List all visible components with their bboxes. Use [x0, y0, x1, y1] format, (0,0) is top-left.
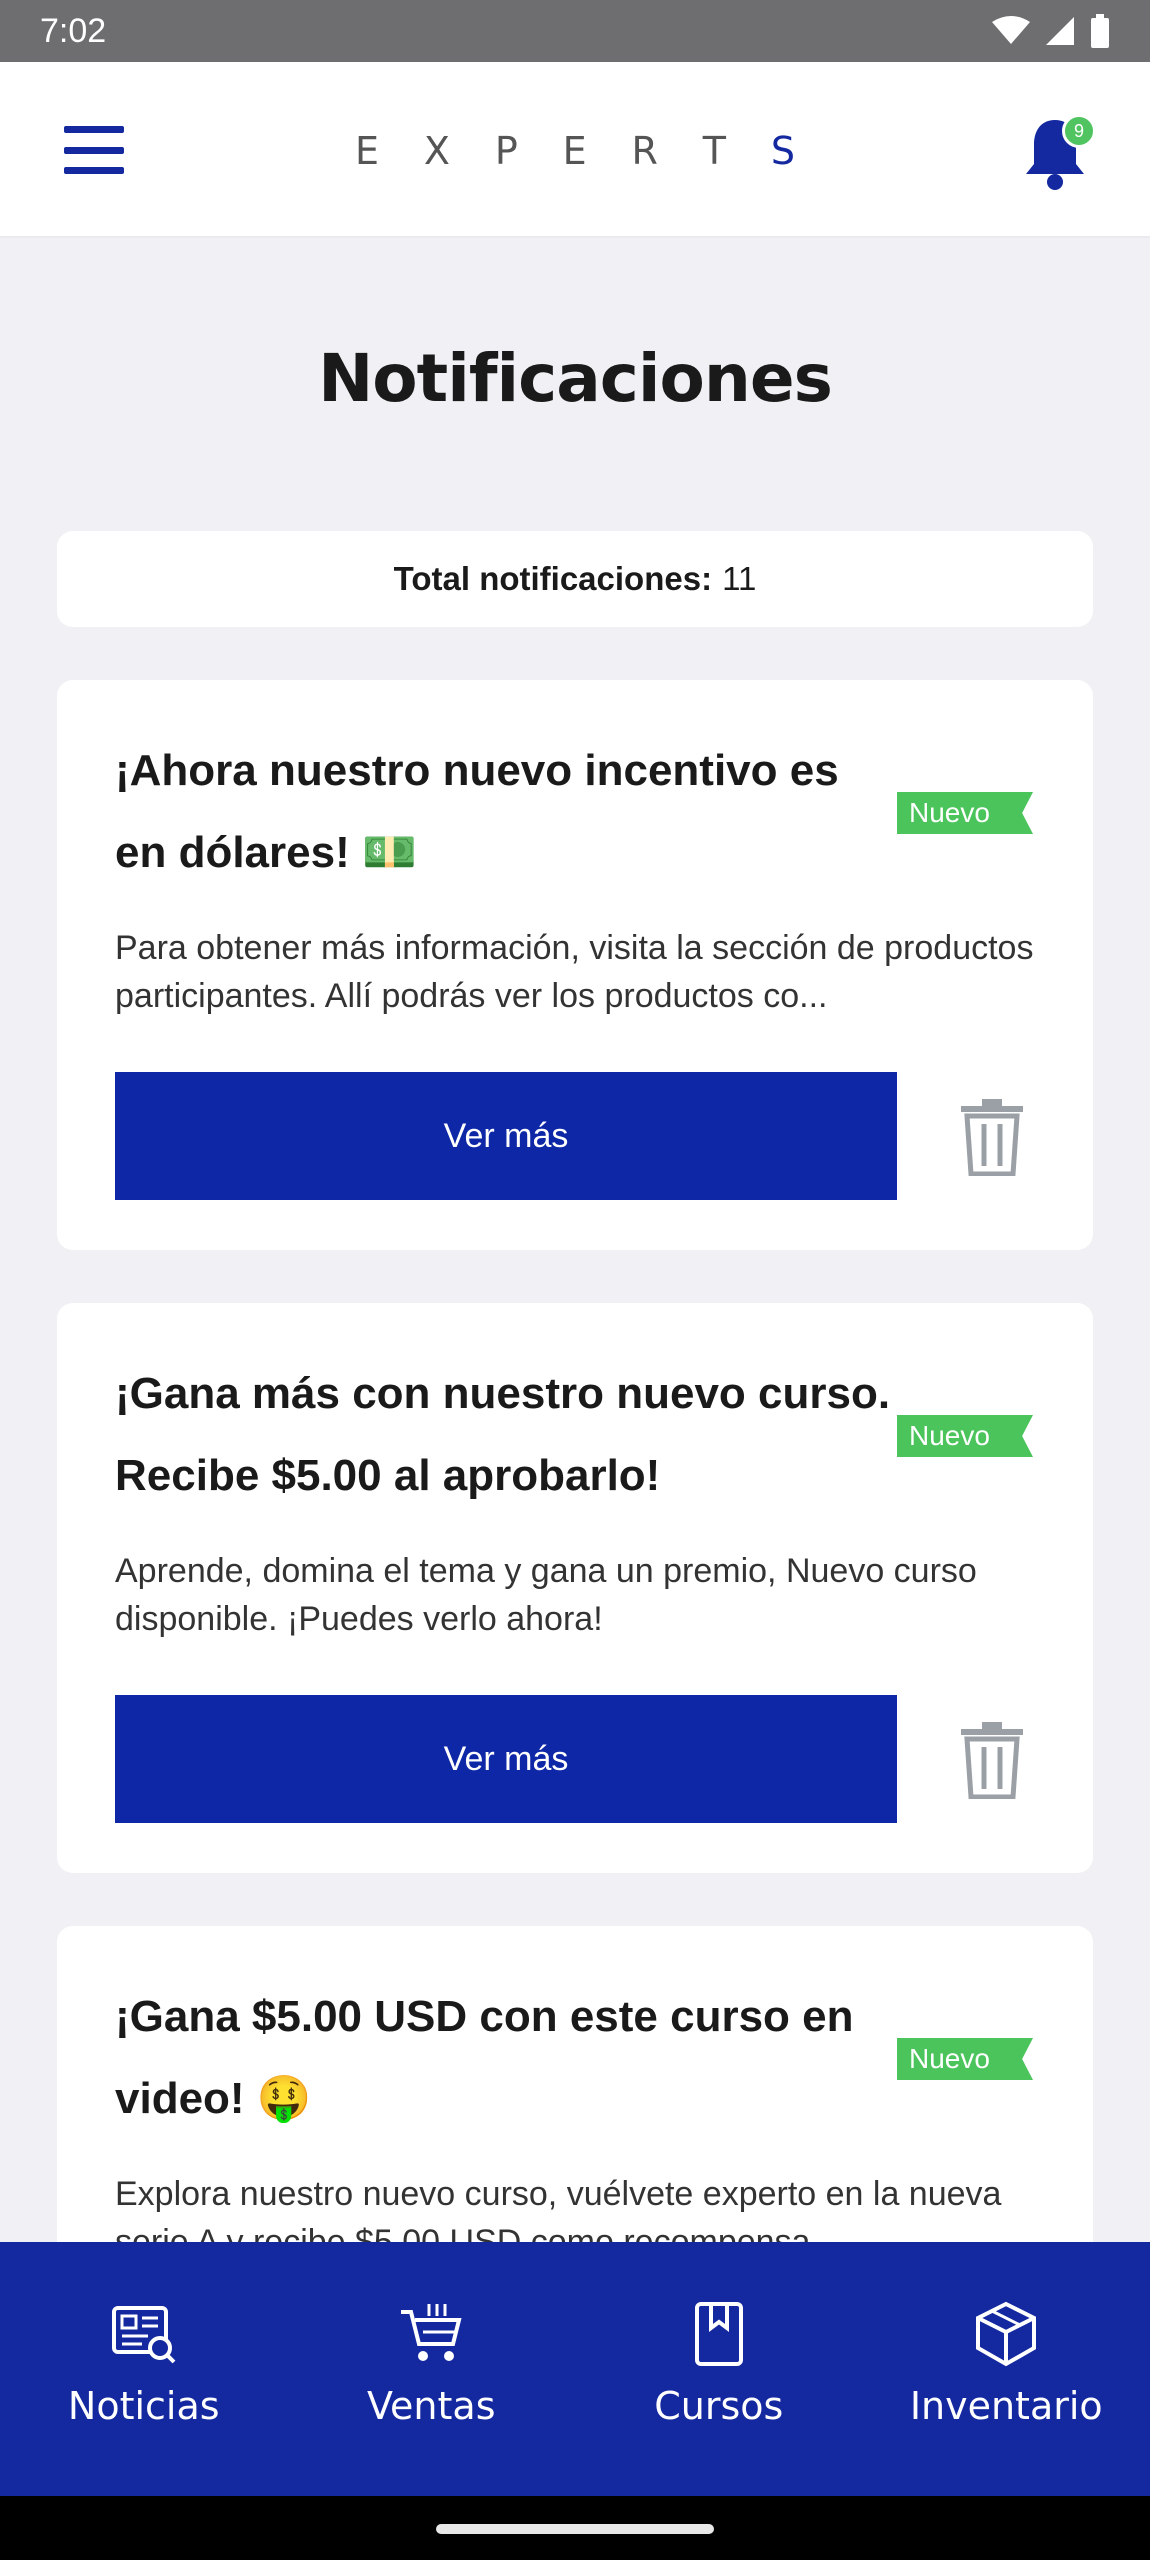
box-icon: [976, 2301, 1037, 2367]
new-badge: Nuevo: [897, 1415, 1033, 1457]
app-header: E X P E R T S 9: [0, 62, 1150, 238]
cart-icon: [401, 2304, 462, 2361]
notification-title: ¡Gana más con nuestro nuevo curso. Recib…: [115, 1369, 891, 1500]
notifications-bell-button[interactable]: 9: [1020, 114, 1096, 194]
ver-mas-button[interactable]: Ver más: [115, 1695, 897, 1823]
logo-letter: S: [770, 129, 795, 173]
experts-logo: E X P E R T S: [355, 126, 795, 176]
bottom-navigation: Noticias Ventas Cursos Inventario: [0, 2242, 1150, 2496]
nav-item-inventario[interactable]: Inventario: [863, 2242, 1150, 2428]
nav-item-noticias[interactable]: Noticias: [0, 2242, 287, 2428]
menu-icon-line: [64, 146, 124, 154]
nav-label: Ventas: [367, 2384, 496, 2428]
menu-icon-line: [64, 126, 124, 133]
battery-icon: [1091, 14, 1109, 48]
trash-icon: [961, 1722, 1023, 1800]
nav-label: Noticias: [67, 2384, 220, 2428]
status-bar: 7:02: [0, 0, 1150, 62]
menu-icon-line: [64, 167, 124, 174]
menu-button[interactable]: [64, 126, 124, 174]
logo-letter: X: [423, 129, 450, 173]
news-icon: [111, 2306, 176, 2364]
status-icons: [992, 14, 1110, 48]
signal-icon: [1046, 17, 1074, 45]
notification-card: ¡Gana más con nuestro nuevo curso. Recib…: [57, 1303, 1093, 1873]
new-badge: Nuevo: [897, 792, 1033, 834]
delete-button[interactable]: [957, 1096, 1027, 1177]
bookmark-icon: [694, 2302, 743, 2366]
nav-item-cursos[interactable]: Cursos: [575, 2242, 862, 2428]
notification-description: Aprende, domina el tema y gana un premio…: [115, 1552, 977, 1638]
home-gesture-handle[interactable]: [436, 2524, 714, 2534]
logo-letter: R: [631, 129, 658, 173]
delete-button[interactable]: [957, 1719, 1027, 1800]
new-badge: Nuevo: [897, 2038, 1033, 2080]
notification-title: ¡Ahora nuestro nuevo incentivo es en dól…: [115, 746, 839, 877]
ver-mas-button[interactable]: Ver más: [115, 1072, 897, 1200]
notification-card: ¡Ahora nuestro nuevo incentivo es en dól…: [57, 680, 1093, 1250]
notification-title: ¡Gana $5.00 USD con este curso en video!…: [115, 1992, 854, 2123]
total-label: Total notificaciones:: [393, 560, 713, 597]
wifi-icon: [992, 16, 1030, 44]
total-notifications-box: Total notificaciones: 11: [57, 531, 1093, 627]
logo-letter: T: [702, 129, 726, 173]
logo-letter: P: [494, 129, 518, 173]
logo-letter: E: [355, 129, 380, 173]
notification-description: Para obtener más información, visita la …: [115, 929, 1034, 1015]
trash-icon: [961, 1099, 1023, 1177]
total-value: 11: [722, 560, 757, 597]
nav-item-ventas[interactable]: Ventas: [288, 2242, 575, 2428]
nav-label: Inventario: [909, 2384, 1103, 2428]
status-time: 7:02: [40, 11, 107, 50]
notification-count-badge: 9: [1062, 114, 1096, 148]
page-title: Notificaciones: [318, 340, 833, 417]
logo-letter: E: [562, 129, 587, 173]
nav-label: Cursos: [654, 2384, 784, 2428]
